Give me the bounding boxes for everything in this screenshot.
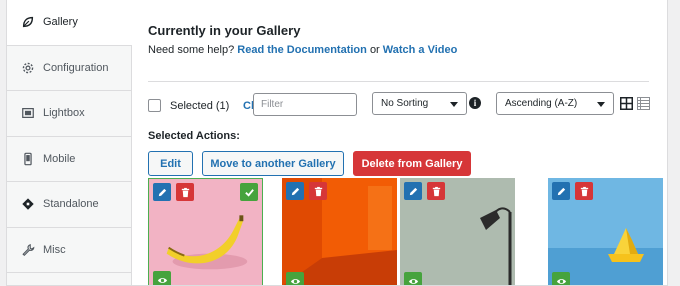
sidebar-item-misc[interactable]: Misc [7,228,131,273]
sidebar-item-label: Mobile [43,152,76,165]
pencil-icon [557,187,565,195]
list-view-icon[interactable] [637,97,650,110]
sidebar-item-standalone[interactable]: Standalone [7,182,131,228]
trash-icon [580,186,588,196]
trash-icon [432,186,440,196]
sidebar-item-configuration[interactable]: Configuration [7,46,131,91]
gallery-admin-app: Gallery Configuration Lightbox Mobile St… [0,0,680,286]
view-image-button[interactable] [552,272,570,285]
view-image-button[interactable] [286,272,304,285]
chevron-down-icon [597,102,605,107]
sidebar: Gallery Configuration Lightbox Mobile St… [7,0,132,285]
help-or: or [369,44,380,56]
delete-image-button[interactable] [309,182,327,200]
order-select[interactable]: Ascending (A-Z) [496,92,614,115]
sidebar-item-label: Lightbox [43,107,85,120]
gallery-image-banana[interactable] [148,178,263,285]
wrench-icon [22,243,35,256]
help-text: Need some help? Read the Documentation o… [148,44,457,56]
edit-image-button[interactable] [552,182,570,200]
view-image-button[interactable] [404,272,422,285]
page-title: Currently in your Gallery [148,23,301,38]
trash-icon [181,187,189,197]
eye-icon [157,277,167,283]
eye-icon [290,278,300,284]
info-icon[interactable]: i [469,97,481,109]
sorting-value: No Sorting [381,98,429,109]
pencil-icon [158,188,166,196]
settings-panel: Gallery Configuration Lightbox Mobile St… [6,0,668,286]
pencil-icon [291,187,299,195]
gear-icon [22,62,34,73]
sidebar-item-label: Standalone [43,198,99,211]
eye-icon [408,278,418,284]
delete-image-button[interactable] [427,182,445,200]
grid-view-icon[interactable] [620,97,633,110]
sorting-select[interactable]: No Sorting [372,92,467,115]
delete-image-button[interactable] [575,182,593,200]
lightbox-icon [22,108,34,119]
select-all-checkbox[interactable] [148,99,161,112]
sidebar-item-label: Gallery [43,16,78,29]
help-prefix: Need some help? [148,44,235,56]
leaf-icon [22,17,34,28]
edit-button[interactable]: Edit [148,151,193,176]
edit-image-button[interactable] [404,182,422,200]
delete-image-button[interactable] [176,183,194,201]
edit-image-button[interactable] [153,183,171,201]
sidebar-item-label: Misc [43,243,66,256]
divider [148,81,649,82]
delete-from-gallery-button[interactable]: Delete from Gallery [353,151,471,176]
sidebar-item-mobile[interactable]: Mobile [7,137,131,182]
gallery-image-orange-room[interactable] [282,178,397,285]
pencil-icon [409,187,417,195]
view-image-button[interactable] [153,271,171,285]
eye-icon [556,278,566,284]
mobile-icon [24,152,32,166]
move-to-gallery-button[interactable]: Move to another Gallery [202,151,344,176]
sidebar-item-gallery[interactable]: Gallery [7,0,132,46]
checkmark-icon [244,188,254,197]
video-link[interactable]: Watch a Video [383,44,458,56]
standalone-icon [22,198,34,210]
edit-image-button[interactable] [286,182,304,200]
chevron-down-icon [450,102,458,107]
order-value: Ascending (A-Z) [505,98,578,109]
selected-count: Selected (1) [170,100,230,112]
filter-input[interactable] [253,93,357,116]
selected-actions-label: Selected Actions: [148,130,240,142]
sidebar-item-lightbox[interactable]: Lightbox [7,91,131,137]
selected-check-button[interactable] [240,183,258,201]
sidebar-item-label: Configuration [43,61,109,74]
trash-icon [314,186,322,196]
documentation-link[interactable]: Read the Documentation [237,44,367,56]
gallery-image-paper-boat[interactable] [548,178,663,285]
gallery-image-floor-lamp[interactable] [400,178,515,285]
